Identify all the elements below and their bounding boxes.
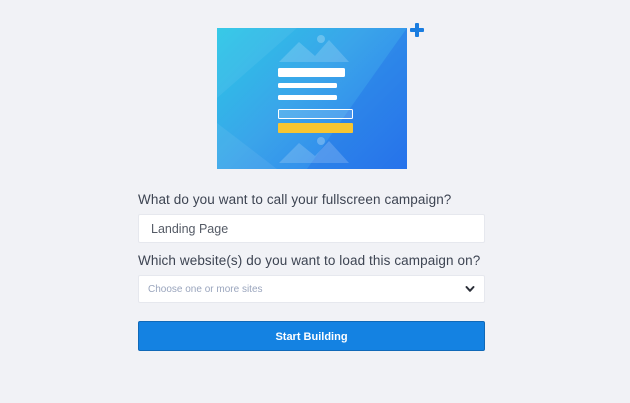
campaign-setup-page: What do you want to call your fullscreen… — [0, 0, 630, 403]
websites-select-placeholder: Choose one or more sites — [148, 284, 263, 295]
chevron-down-icon[interactable] — [465, 284, 475, 294]
websites-label: Which website(s) do you want to load thi… — [138, 253, 481, 268]
plus-icon — [410, 23, 424, 37]
campaign-name-label: What do you want to call your fullscreen… — [138, 192, 452, 207]
campaign-name-input[interactable] — [138, 214, 485, 243]
websites-select[interactable]: Choose one or more sites — [138, 275, 485, 303]
fullscreen-campaign-illustration-icon — [217, 28, 407, 169]
start-building-button[interactable]: Start Building — [138, 321, 485, 351]
campaign-illustration — [217, 28, 407, 169]
